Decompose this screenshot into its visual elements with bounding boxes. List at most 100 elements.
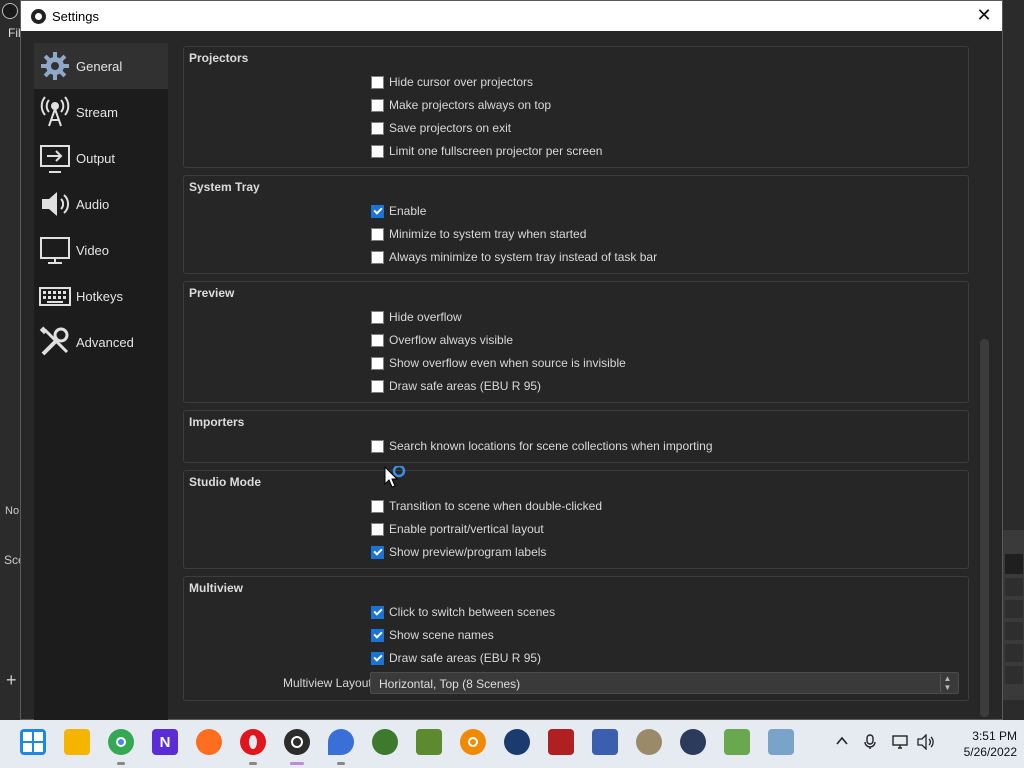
sidebar-item-hotkeys[interactable]: Hotkeys — [34, 273, 168, 319]
opera-icon[interactable] — [240, 729, 266, 755]
sidebar-item-audio[interactable]: Audio — [34, 181, 168, 227]
sidebar-item-advanced[interactable]: Advanced — [34, 319, 168, 365]
panel-row — [1005, 666, 1023, 684]
checkbox[interactable] — [371, 75, 384, 89]
checkbox-label: Make projectors always on top — [389, 98, 552, 112]
dialog-title: Settings — [52, 9, 99, 24]
network-icon[interactable] — [892, 734, 910, 753]
panel-row — [1005, 554, 1023, 574]
checkbox[interactable] — [371, 605, 384, 619]
sidebar-item-label: Audio — [76, 196, 110, 212]
speaker-icon — [38, 187, 72, 221]
checkbox-tray-enable[interactable]: Enable — [371, 204, 426, 218]
file-menu[interactable]: Fil — [8, 26, 21, 40]
checkbox-preview-safe-areas[interactable]: Draw safe areas (EBU R 95) — [371, 379, 541, 393]
sidebar-item-output[interactable]: Output — [34, 135, 168, 181]
group-title: System Tray — [189, 180, 260, 194]
firefox-icon[interactable] — [196, 729, 222, 755]
checkbox-transition-double-click[interactable]: Transition to scene when double-clicked — [371, 499, 602, 513]
vertical-scrollbar[interactable] — [980, 339, 989, 717]
checkbox[interactable] — [371, 144, 384, 158]
checkbox-overflow-invisible[interactable]: Show overflow even when source is invisi… — [371, 356, 626, 370]
checkbox[interactable] — [371, 651, 384, 665]
close-button[interactable]: ✕ — [974, 4, 994, 26]
checkbox[interactable] — [371, 439, 384, 453]
checkbox-save-projectors[interactable]: Save projectors on exit — [371, 121, 511, 135]
sidebar-item-video[interactable]: Video — [34, 227, 168, 273]
magnifier-icon[interactable] — [460, 729, 486, 755]
checkbox[interactable] — [371, 628, 384, 642]
tools-icon — [38, 325, 72, 359]
checkbox[interactable] — [371, 310, 384, 324]
checkbox[interactable] — [371, 98, 384, 112]
minecraft-icon[interactable] — [416, 729, 442, 755]
checkbox-portrait-layout[interactable]: Enable portrait/vertical layout — [371, 522, 544, 536]
system-clock[interactable]: 3:51 PM 5/26/2022 — [941, 728, 1017, 760]
checkbox[interactable] — [371, 227, 384, 241]
obs-icon[interactable] — [284, 729, 310, 755]
badge-icon[interactable] — [680, 729, 706, 755]
network-drive-icon[interactable] — [592, 729, 618, 755]
checkbox-click-switch-scenes[interactable]: Click to switch between scenes — [371, 605, 555, 619]
chrome-icon[interactable] — [108, 729, 134, 755]
checkbox[interactable] — [371, 499, 384, 513]
sidebar-item-label: Advanced — [76, 334, 134, 350]
checkbox-limit-fullscreen[interactable]: Limit one fullscreen projector per scree… — [371, 144, 602, 158]
panel-row — [1005, 578, 1023, 596]
checkbox[interactable] — [371, 545, 384, 559]
sidebar-item-label: Stream — [76, 104, 118, 120]
checkbox-always-minimize[interactable]: Always minimize to system tray instead o… — [371, 250, 657, 264]
checkbox[interactable] — [371, 356, 384, 370]
checkbox-label: Draw safe areas (EBU R 95) — [389, 651, 542, 665]
checkbox-multiview-safe-areas[interactable]: Draw safe areas (EBU R 95) — [371, 651, 541, 665]
n-app-icon[interactable]: N — [152, 729, 178, 755]
sidebar-item-stream[interactable]: Stream — [34, 89, 168, 135]
checkbox-label: Hide cursor over projectors — [389, 75, 534, 89]
multiview-layout-select[interactable]: Horizontal, Top (8 Scenes) ▲ ▼ — [370, 672, 959, 694]
printer-icon[interactable] — [768, 729, 794, 755]
checkbox-hide-overflow[interactable]: Hide overflow — [371, 310, 462, 324]
volume-icon[interactable] — [917, 733, 935, 753]
checkbox[interactable] — [371, 250, 384, 264]
checkbox[interactable] — [371, 333, 384, 347]
group-title: Importers — [189, 415, 245, 429]
checkbox[interactable] — [371, 522, 384, 536]
drop-icon[interactable] — [328, 729, 354, 755]
checkbox[interactable] — [371, 379, 384, 393]
steam-icon[interactable] — [504, 729, 530, 755]
checkbox-preview-program-labels[interactable]: Show preview/program labels — [371, 545, 546, 559]
tree-icon[interactable] — [372, 729, 398, 755]
sidebar-item-general[interactable]: General — [34, 43, 168, 89]
checkbox[interactable] — [371, 204, 384, 218]
select-arrows-icon: ▲ ▼ — [940, 674, 954, 692]
checkbox-label: Enable — [389, 204, 427, 218]
add-scene-button[interactable]: + — [6, 670, 17, 691]
clock-date: 5/26/2022 — [963, 745, 1017, 759]
checkbox-overflow-visible[interactable]: Overflow always visible — [371, 333, 513, 347]
file-explorer-icon[interactable] — [64, 729, 90, 755]
checkbox-projectors-on-top[interactable]: Make projectors always on top — [371, 98, 551, 112]
dialog-titlebar[interactable]: Settings ✕ — [21, 1, 1002, 31]
select-value: Horizontal, Top (8 Scenes) — [379, 677, 521, 691]
chevron-up-icon[interactable] — [835, 734, 849, 751]
windows-start-icon[interactable] — [20, 729, 46, 755]
clock-time: 3:51 PM — [972, 729, 1017, 743]
settings-dialog: Settings ✕ General Stream Output Audio V… — [20, 0, 1003, 721]
microphone-icon[interactable] — [863, 734, 877, 753]
checkbox[interactable] — [371, 121, 384, 135]
checkbox-label: Click to switch between scenes — [389, 605, 556, 619]
disc-icon[interactable] — [636, 729, 662, 755]
notepad-icon[interactable] — [724, 729, 750, 755]
background-right-panel — [1003, 530, 1024, 700]
bug-icon[interactable] — [548, 729, 574, 755]
running-indicator — [117, 762, 125, 765]
system-tray-group: System Tray Enable Minimize to system tr… — [183, 175, 969, 274]
checkbox-search-scene-collections[interactable]: Search known locations for scene collect… — [371, 439, 713, 453]
checkbox-show-scene-names[interactable]: Show scene names — [371, 628, 494, 642]
monitor-icon — [38, 233, 72, 267]
checkbox-minimize-started[interactable]: Minimize to system tray when started — [371, 227, 586, 241]
panel-row — [1005, 622, 1023, 640]
background-status-text: No — [5, 505, 20, 517]
checkbox-label: Minimize to system tray when started — [389, 227, 587, 241]
checkbox-hide-cursor[interactable]: Hide cursor over projectors — [371, 75, 533, 89]
